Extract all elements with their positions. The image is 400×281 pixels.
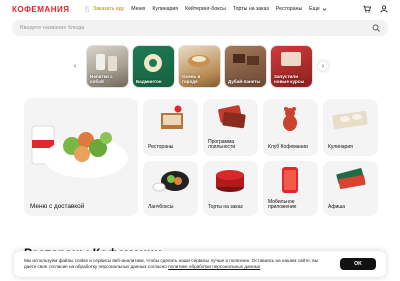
tile-label: Ланчбоксы — [148, 204, 174, 211]
tickets-image — [336, 168, 366, 190]
stories-prev-arrow[interactable]: ‹ — [70, 61, 80, 71]
tile-label: Программа лояльности — [208, 138, 236, 151]
tile-mobile-app[interactable]: Мобильное приложение — [263, 161, 318, 216]
tile-label: Торты на заказ — [208, 204, 243, 211]
nav-menu[interactable]: Меню — [131, 6, 145, 12]
story-label: Осень в городе — [182, 74, 201, 84]
culinary-image — [332, 110, 368, 130]
restaurant-image — [161, 105, 183, 129]
nav-order-food[interactable]: 🍴 Заказать еду — [84, 6, 125, 13]
phone-image — [282, 167, 298, 193]
privacy-policy-link[interactable]: политике обработки персональных данных — [168, 264, 260, 269]
story-badminton[interactable]: Бадминтон — [132, 45, 175, 88]
tile-label: Меню с доставкой — [30, 203, 85, 211]
teddy-bear-image — [283, 107, 297, 131]
main-nav: 🍴 Заказать еду Меню Кулинария Кейтеринг-… — [84, 6, 327, 13]
nav-cakes[interactable]: Торты на заказ — [233, 6, 269, 12]
story-label: Дубай-панеты — [228, 79, 261, 84]
dish-image — [31, 125, 128, 178]
logo[interactable]: КОФЕМАНИЯ — [12, 5, 70, 14]
stories-next-arrow[interactable]: › — [318, 61, 328, 71]
stories-carousel: Напитки с собой Бадминтон Осень в городе… — [86, 45, 313, 88]
tile-cakes[interactable]: Торты на заказ — [203, 161, 258, 216]
tile-label: Афиша — [328, 204, 346, 211]
cookie-text: Мы используем файлы cookie и сервисы веб… — [24, 258, 324, 270]
cart-icon[interactable] — [362, 5, 371, 14]
story-drinks[interactable]: Напитки с собой — [86, 45, 129, 88]
story-label: Запустили новые курсы — [274, 74, 305, 84]
search-icon[interactable] — [372, 24, 380, 32]
story-courses[interactable]: Запустили новые курсы — [270, 45, 313, 88]
nav-more-label: Еще — [309, 6, 320, 12]
page: КОФЕМАНИЯ 🍴 Заказать еду Меню Кулинария … — [0, 0, 400, 281]
chevron-down-icon — [322, 7, 327, 11]
nav-culinary[interactable]: Кулинария — [152, 6, 178, 12]
tile-club[interactable]: Клуб Кофемании — [263, 99, 318, 156]
tile-poster[interactable]: Афиша — [323, 161, 378, 216]
tile-loyalty[interactable]: Программа лояльности — [203, 99, 258, 156]
tile-label: Клуб Кофемании — [268, 144, 308, 151]
tile-restaurants[interactable]: Рестораны — [143, 99, 198, 156]
story-autumn[interactable]: Осень в городе — [178, 45, 221, 88]
nav-order-food-label: Заказать еду — [92, 6, 125, 12]
loyalty-card-image — [218, 105, 246, 129]
nav-restaurants[interactable]: Рестораны — [276, 6, 302, 12]
search-bar — [12, 20, 388, 36]
tile-delivery-menu[interactable]: Меню с доставкой — [24, 98, 138, 216]
tile-lunchboxes[interactable]: Ланчбоксы — [143, 161, 198, 216]
cutlery-icon: 🍴 — [83, 6, 91, 13]
header-icons — [362, 5, 388, 14]
tile-label: Кулинария — [328, 144, 353, 151]
header: КОФЕМАНИЯ 🍴 Заказать еду Меню Кулинария … — [0, 0, 400, 18]
cookie-banner: Мы используем файлы cookie и сервисы веб… — [14, 251, 386, 277]
story-label: Напитки с собой — [90, 74, 113, 84]
tile-label: Мобильное приложение — [268, 198, 297, 211]
nav-catering[interactable]: Кейтеринг-боксы — [185, 6, 226, 12]
cookie-ok-button[interactable]: OK — [340, 258, 376, 270]
search-input[interactable] — [20, 25, 372, 31]
story-label: Бадминтон — [136, 79, 162, 84]
user-icon[interactable] — [379, 5, 388, 14]
nav-more[interactable]: Еще — [309, 6, 327, 12]
tile-label: Рестораны — [148, 144, 174, 151]
cake-image — [216, 170, 244, 192]
story-dubai[interactable]: Дубай-панеты — [224, 45, 267, 88]
tile-culinary[interactable]: Кулинария — [323, 99, 378, 156]
lunchbox-image — [152, 171, 189, 192]
